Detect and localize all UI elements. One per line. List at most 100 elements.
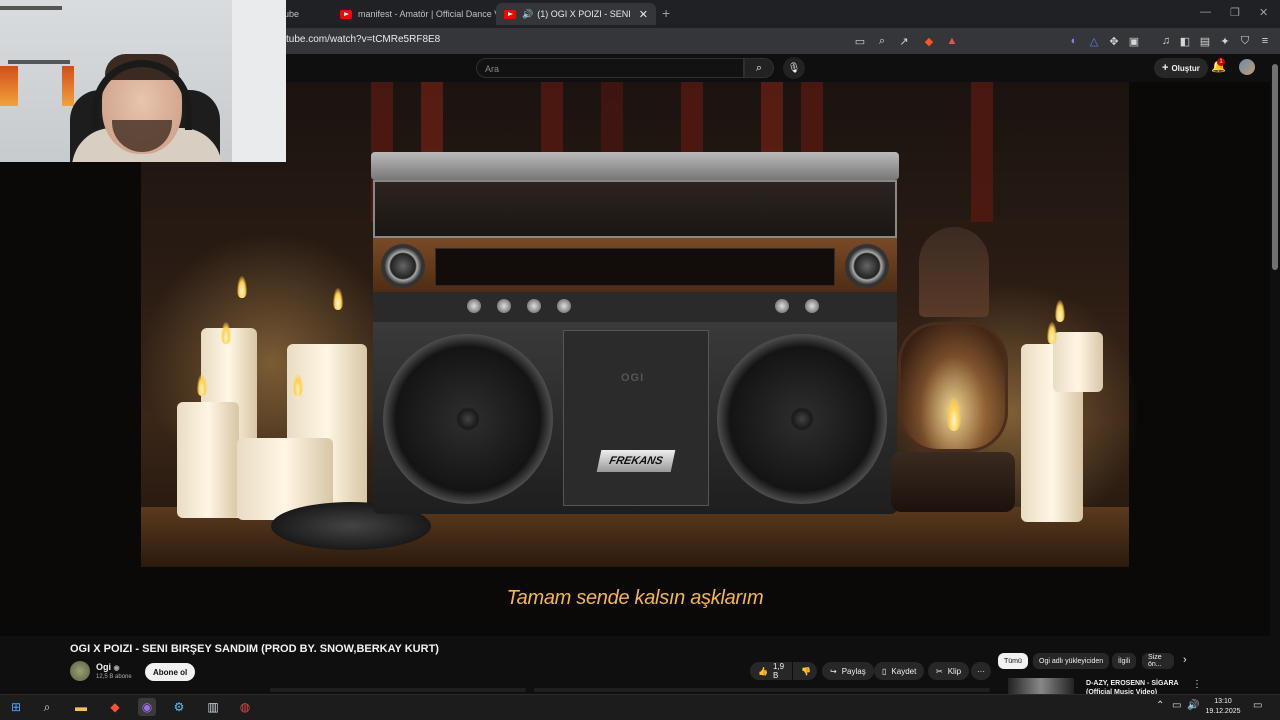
search-icon: ⌕ — [755, 61, 763, 74]
shield-icon[interactable]: ⛉ — [1237, 33, 1253, 49]
voice-search-button[interactable]: 🎙 — [783, 57, 805, 79]
share-icon[interactable]: ↗ — [896, 33, 912, 49]
minimize-button[interactable]: — — [1200, 6, 1211, 18]
boombox-speaker-left — [383, 334, 553, 504]
boombox-top-panel — [373, 180, 897, 238]
tray-clock[interactable]: 13:10 19.12.2025 — [1205, 697, 1241, 717]
thumbs-down-icon: 👎 — [801, 666, 811, 676]
webcam-scarf — [62, 66, 74, 106]
notification-badge: 1 — [1217, 58, 1225, 66]
menu-icon[interactable]: ≡ — [1257, 33, 1273, 49]
clock-time: 13:10 — [1214, 698, 1232, 705]
cassette-deck — [563, 330, 709, 506]
boombox-display — [435, 248, 835, 286]
wallet-icon[interactable]: ▤ — [1197, 33, 1213, 49]
more-icon: ··· — [977, 666, 985, 676]
tab-ogi-poizi-active[interactable]: 🔊(1) OGI X POIZI - SENI BIRŞE... ✕ — [496, 3, 656, 25]
vpn-icon[interactable]: △ — [1086, 33, 1102, 49]
url-field[interactable]: tube.com/watch?v=tCMRe5RF8E8 — [286, 34, 440, 45]
save-button[interactable]: ▯ Kaydet — [874, 662, 925, 680]
more-actions-button[interactable]: ··· — [971, 662, 991, 680]
steam-icon[interactable]: ⚙ — [170, 698, 188, 716]
like-button[interactable]: 👍 1,9 B — [750, 662, 792, 680]
scrollbar-thumb[interactable] — [1272, 64, 1278, 270]
tab-label: (1) OGI X POIZI - SENI BIRŞE... — [537, 9, 631, 19]
music-icon[interactable]: ♫ — [1158, 33, 1174, 49]
brave-shield-icon[interactable]: ◆ — [921, 33, 937, 49]
scissors-icon: ✂ — [936, 666, 943, 676]
cassette-brand-label: FREKANS — [596, 450, 676, 472]
brave-rewards-icon[interactable]: ▲ — [944, 33, 960, 49]
volume-icon[interactable]: 🔊 — [1187, 700, 1199, 711]
restore-button[interactable]: ❐ — [1230, 6, 1240, 19]
account-avatar[interactable] — [1239, 59, 1255, 75]
candle — [1053, 332, 1103, 392]
cast-icon[interactable]: ▭ — [852, 33, 868, 49]
search-icon[interactable]: ⌕ — [38, 698, 56, 716]
save-label: Kaydet — [891, 666, 917, 676]
lantern-base — [891, 452, 1015, 512]
webcam-overlay — [0, 0, 286, 162]
tray-chevron-icon[interactable]: ⌃ — [1156, 700, 1164, 711]
windows-start-icon[interactable]: ⊞ — [7, 698, 25, 716]
chip-for-you[interactable]: Size ön... — [1142, 653, 1174, 669]
lantern-top — [919, 227, 989, 317]
youtube-favicon-icon — [504, 9, 516, 19]
app-window-icon[interactable]: ▥ — [204, 698, 222, 716]
webcam-scarf — [0, 66, 18, 106]
extension-icon[interactable]: ◐ — [1066, 33, 1082, 49]
chevron-right-icon[interactable]: › — [1183, 654, 1187, 666]
network-icon[interactable]: ▭ — [1172, 700, 1181, 711]
dislike-button[interactable]: 👎 — [793, 662, 817, 680]
recommended-more-icon[interactable]: ⋮ — [1192, 679, 1202, 690]
control-button — [805, 299, 819, 313]
chip-related[interactable]: İlgili — [1112, 653, 1137, 669]
subscribe-button[interactable]: Abone ol — [145, 663, 196, 681]
webcam-shelf — [8, 60, 70, 64]
boombox-knob — [381, 244, 425, 288]
new-tab-button[interactable]: + — [662, 5, 670, 21]
zoom-icon[interactable]: ⌕ — [874, 33, 890, 49]
share-label: Paylaş — [841, 666, 866, 676]
chip-all[interactable]: Tümü — [998, 653, 1028, 669]
notification-center-icon[interactable]: ▭ — [1253, 700, 1262, 711]
obs-icon[interactable]: ◍ — [236, 698, 254, 716]
boombox: OGI FREKANS — [371, 152, 899, 514]
search-input[interactable]: Ara — [476, 58, 744, 78]
close-window-button[interactable]: ✕ — [1259, 6, 1268, 19]
candle — [177, 402, 239, 518]
chip-from-uploader[interactable]: Ogi adlı yükleyiciden — [1033, 653, 1110, 669]
screenshot-icon[interactable]: ▣ — [1126, 33, 1142, 49]
video-title: OGI X POIZI - SENI BIRŞEY SANDIM (PROD B… — [70, 643, 439, 655]
video-player[interactable]: OGI FREKANS Tamam sende kalsın aşklarım — [0, 82, 1270, 636]
clip-label: Klip — [947, 666, 962, 676]
share-arrow-icon: ↪ — [830, 666, 837, 676]
search-button[interactable]: ⌕ — [744, 58, 774, 78]
discord-icon[interactable]: ◉ — [138, 698, 156, 716]
verified-icon: ◉ — [113, 665, 120, 672]
create-button[interactable]: + Oluştur — [1154, 58, 1208, 78]
bookmark-icon: ▯ — [882, 666, 887, 676]
channel-name[interactable]: Ogi ◉ — [96, 662, 120, 672]
video-frame: OGI FREKANS — [141, 82, 1141, 567]
extensions-puzzle-icon[interactable]: ✥ — [1106, 33, 1122, 49]
leo-ai-icon[interactable]: ✦ — [1217, 33, 1233, 49]
oil-lantern — [871, 187, 1041, 517]
channel-avatar[interactable] — [70, 661, 90, 681]
youtube-favicon-icon — [340, 9, 352, 19]
share-button[interactable]: ↪ Paylaş — [822, 662, 874, 680]
tab-manifest[interactable]: manifest - Amatör | Official Dance Vi... — [332, 3, 496, 25]
webcam-shelf — [0, 6, 62, 10]
file-explorer-icon[interactable]: ▬ — [72, 698, 90, 716]
close-tab-icon[interactable]: ✕ — [639, 8, 648, 21]
speaker-icon: 🔊 — [522, 8, 534, 19]
lantern-glass — [898, 322, 1008, 452]
sidebar-icon[interactable]: ◧ — [1177, 33, 1193, 49]
brave-browser-icon[interactable]: ◆ — [106, 698, 124, 716]
content-strip — [534, 688, 990, 692]
clip-button[interactable]: ✂ Klip — [928, 662, 970, 680]
control-button — [467, 299, 481, 313]
webcam-door — [232, 0, 286, 162]
subscriber-count: 12,5 B abone — [96, 674, 132, 680]
boombox-speaker-right — [717, 334, 887, 504]
